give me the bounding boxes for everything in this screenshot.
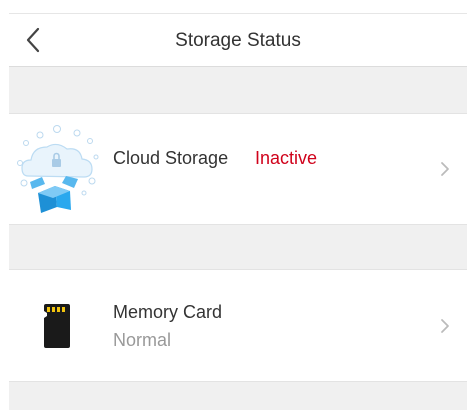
section-divider — [9, 224, 467, 270]
chevron-right-icon — [441, 319, 449, 333]
cloud-storage-icon — [17, 125, 99, 213]
memory-card-icon — [44, 304, 70, 348]
memory-card-row[interactable]: Memory Card Normal — [9, 270, 467, 381]
section-divider — [9, 381, 467, 410]
memory-card-status: Normal — [113, 330, 172, 350]
cloud-storage-status: Inactive — [255, 148, 318, 168]
back-button[interactable] — [19, 24, 49, 56]
cloud-storage-label: Cloud Storage — [113, 148, 229, 168]
section-divider — [9, 67, 467, 113]
chevron-left-icon — [26, 27, 40, 53]
memory-card-label: Memory Card — [113, 302, 223, 322]
storage-status-screen: Storage Status Cloud Storage Inactive Me… — [0, 0, 467, 410]
page-title: Storage Status — [175, 30, 301, 51]
chevron-right-icon — [441, 162, 449, 176]
cloud-storage-row[interactable]: Cloud Storage Inactive — [9, 113, 467, 224]
top-bar: Storage Status — [9, 13, 467, 67]
